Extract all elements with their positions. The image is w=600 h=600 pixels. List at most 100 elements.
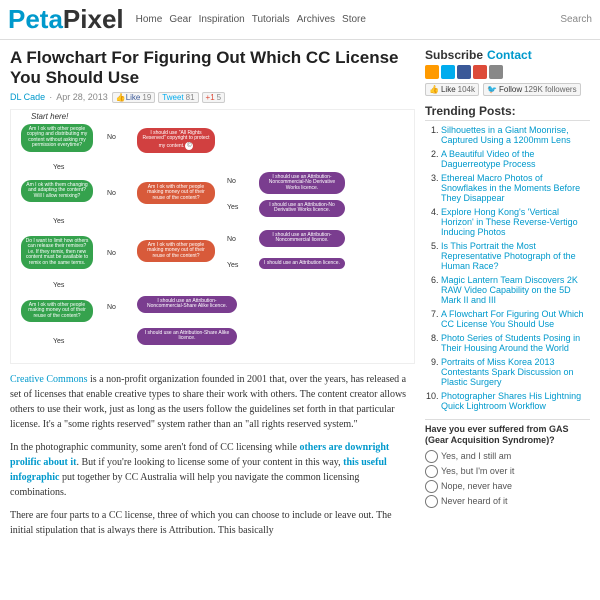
flow-q2b: Am I ok with other people making money o…: [137, 182, 215, 205]
flow-result-by: I should use an Attribution licence.: [259, 258, 345, 270]
article-title: A Flowchart For Figuring Out Which CC Li…: [10, 48, 415, 89]
nav-store[interactable]: Store: [342, 14, 366, 25]
poll-question: Have you ever suffered from GAS (Gear Ac…: [425, 424, 590, 446]
contact-heading[interactable]: Contact: [487, 48, 532, 62]
fb-like-w-label: Like: [441, 85, 456, 94]
para2-c: . But if you're looking to license some …: [76, 457, 343, 468]
byline: DL Cade · Apr 28, 2013 👍 Like19 Tweet81 …: [10, 92, 415, 103]
fb-like-widget[interactable]: 👍Like 104k: [425, 83, 479, 96]
search-link[interactable]: Search: [560, 14, 592, 25]
poll-label-1: Yes, and I still am: [441, 451, 511, 461]
trend-link-6[interactable]: Magic Lantern Team Discovers 2K RAW Vide…: [441, 275, 578, 305]
gplus-icon[interactable]: [473, 65, 487, 79]
trending-box: Trending Posts: Silhouettes in a Giant M…: [425, 104, 590, 411]
trend-link-10[interactable]: Photographer Shares His Lightning Quick …: [441, 391, 581, 411]
email-icon[interactable]: [489, 65, 503, 79]
poll-radio-3[interactable]: [425, 480, 438, 493]
flow-result-by-nc-sa: I should use an Attribution-Noncommercia…: [137, 296, 237, 313]
trend-link-5[interactable]: Is This Portrait the Most Representative…: [441, 241, 576, 271]
flow-q3: Do I want to limit how others can releas…: [21, 236, 93, 270]
flow-no-3: No: [227, 178, 236, 185]
article-para-2: In the photographic community, some aren…: [10, 440, 415, 500]
tw-follow-widget[interactable]: 🐦Follow 129K followers: [483, 83, 581, 96]
main-nav: Home Gear Inspiration Tutorials Archives…: [136, 14, 366, 25]
flow-no-4: No: [107, 250, 116, 257]
flow-no-5: No: [227, 236, 236, 243]
fb-like-w-count: 104k: [458, 85, 475, 94]
poll-opt-4[interactable]: Never heard of it: [425, 495, 590, 508]
flow-yes-4: Yes: [53, 338, 64, 345]
article-para-1: Creative Commons is a non-profit organiz…: [10, 372, 415, 432]
trend-link-7[interactable]: A Flowchart For Figuring Out Which CC Li…: [441, 309, 584, 329]
para2-a: In the photographic community, some aren…: [10, 442, 299, 453]
trend-link-3[interactable]: Ethereal Macro Photos of Snowflakes in t…: [441, 173, 580, 203]
fb-like-count: 19: [142, 93, 151, 102]
nav-inspiration[interactable]: Inspiration: [199, 14, 245, 25]
fb-like-button[interactable]: 👍 Like19: [112, 92, 156, 103]
flow-result-by-nc: I should use an Attribution-Noncommercia…: [259, 230, 345, 247]
flow-result-copyright: I should use "All Rights Reserved" copyr…: [137, 128, 215, 153]
flow-yes-2: Yes: [53, 218, 64, 225]
site-logo[interactable]: PetaPixel: [8, 4, 124, 35]
poll-radio-4[interactable]: [425, 495, 438, 508]
flow-result-by-sa: I should use an Attribution-Share Alike …: [137, 328, 237, 345]
sidebar: Subscribe Contact 👍Like 104k 🐦Follow 129…: [425, 48, 590, 546]
tweet-count: 81: [186, 93, 195, 102]
poll-label-2: Yes, but I'm over it: [441, 466, 514, 476]
tw-follow-count: 129K followers: [524, 85, 576, 94]
logo-part-b: Pixel: [63, 4, 124, 35]
poll-opt-3[interactable]: Nope, never have: [425, 480, 590, 493]
flow-yes-3: Yes: [53, 282, 64, 289]
flow-no-1: No: [107, 134, 116, 141]
tw-follow-label: Follow: [499, 85, 522, 94]
author-link[interactable]: DL Cade: [10, 92, 45, 102]
trend-link-8[interactable]: Photo Series of Students Posing in Their…: [441, 333, 580, 353]
flowchart-image: Start here! Am I ok with other people co…: [10, 109, 415, 364]
para2-e: put together by CC Australia will help y…: [10, 472, 359, 498]
social-icon-row: [425, 65, 590, 79]
flow-result-by-nc-nd: I should use an Attribution-Noncommercia…: [259, 172, 345, 195]
poll-opt-1[interactable]: Yes, and I still am: [425, 450, 590, 463]
trend-link-2[interactable]: A Beautiful Video of the Daguerreotype P…: [441, 149, 536, 169]
subscribe-heading[interactable]: Subscribe: [425, 48, 483, 62]
article: A Flowchart For Figuring Out Which CC Li…: [10, 48, 415, 546]
cc-link[interactable]: Creative Commons: [10, 374, 88, 385]
flow-yes-3b: Yes: [227, 262, 238, 269]
flow-q1: Am I ok with other people copying and di…: [21, 124, 93, 152]
flow-no-2: No: [107, 190, 116, 197]
gplus-count: 5: [217, 93, 221, 102]
fb-like-label: Like: [126, 93, 141, 102]
poll-radio-1[interactable]: [425, 450, 438, 463]
flow-q4: Am I ok with other people making money o…: [21, 300, 93, 323]
trend-link-1[interactable]: Silhouettes in a Giant Moonrise, Capture…: [441, 125, 571, 145]
article-date: Apr 28, 2013: [56, 92, 108, 102]
flow-yes-1: Yes: [53, 164, 64, 171]
poll-opt-2[interactable]: Yes, but I'm over it: [425, 465, 590, 478]
poll-label-4: Never heard of it: [441, 496, 508, 506]
nav-archives[interactable]: Archives: [297, 14, 335, 25]
copyright-icon: ©: [185, 142, 193, 150]
byline-sep: ·: [49, 92, 52, 102]
logo-part-a: Peta: [8, 4, 63, 35]
rss-icon[interactable]: [425, 65, 439, 79]
flow-q2: Am I ok with them changing and adapting …: [21, 180, 93, 203]
nav-home[interactable]: Home: [136, 14, 163, 25]
gplus-label: +1: [206, 93, 215, 102]
poll-radio-2[interactable]: [425, 465, 438, 478]
trend-link-4[interactable]: Explore Hong Kong's 'Vertical Horizon' i…: [441, 207, 578, 237]
flow-no-6: No: [107, 304, 116, 311]
poll-label-3: Nope, never have: [441, 481, 512, 491]
nav-gear[interactable]: Gear: [169, 14, 191, 25]
article-para-3: There are four parts to a CC license, th…: [10, 508, 415, 538]
poll-box: Have you ever suffered from GAS (Gear Ac…: [425, 419, 590, 508]
trend-link-9[interactable]: Portraits of Miss Korea 2013 Contestants…: [441, 357, 574, 387]
flow-yes-2b: Yes: [227, 204, 238, 211]
gplus-button[interactable]: +15: [202, 92, 226, 103]
nav-tutorials[interactable]: Tutorials: [252, 14, 290, 25]
flow-q3b: Am I ok with other people making money o…: [137, 240, 215, 263]
trending-list: Silhouettes in a Giant Moonrise, Capture…: [425, 125, 590, 411]
twitter-icon[interactable]: [441, 65, 455, 79]
facebook-icon[interactable]: [457, 65, 471, 79]
tweet-button[interactable]: Tweet81: [158, 92, 198, 103]
flow-result-by-nd: I should use an Attribution-No Derivativ…: [259, 200, 345, 217]
